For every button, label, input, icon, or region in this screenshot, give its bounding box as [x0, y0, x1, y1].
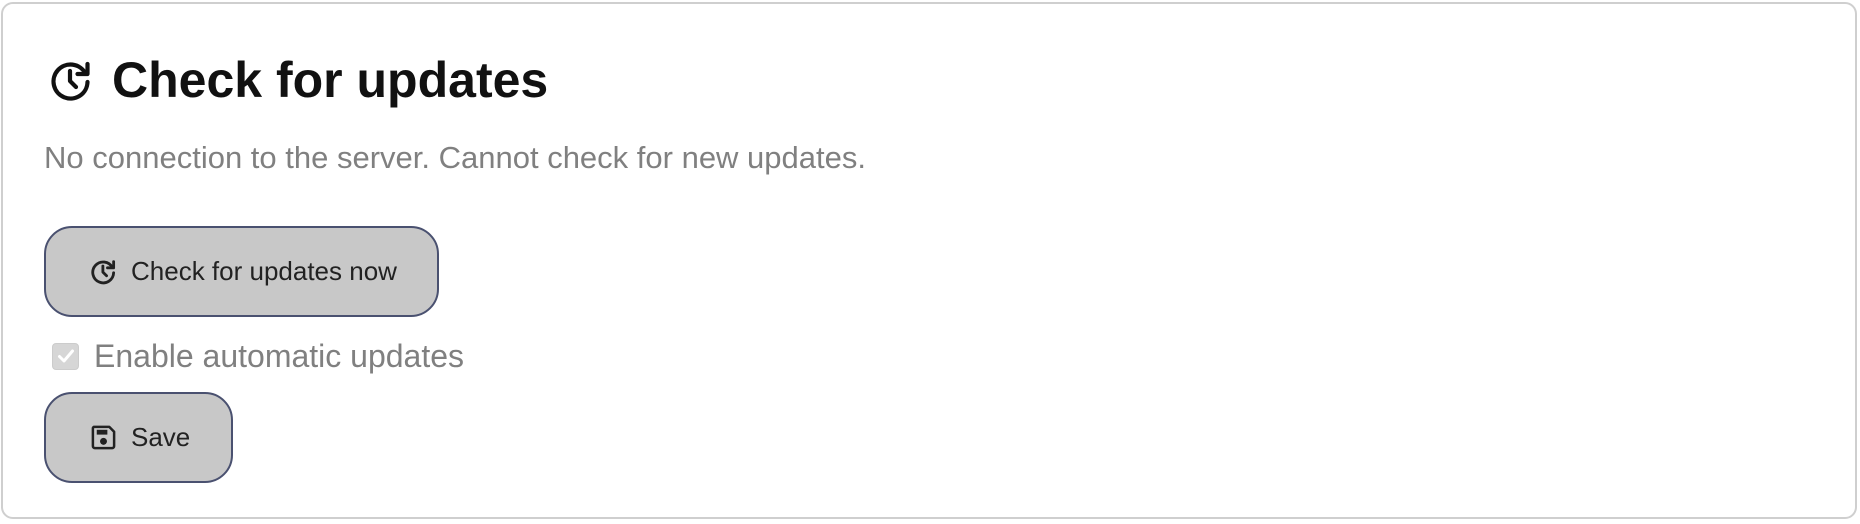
check-for-updates-now-label: Check for updates now [131, 256, 397, 286]
refresh-clock-icon [49, 58, 93, 102]
update-settings-card: Check for updates No connection to the s… [1, 2, 1857, 519]
save-button[interactable]: Save [44, 392, 233, 483]
check-for-updates-now-button[interactable]: Check for updates now [44, 226, 439, 317]
checkmark-icon [57, 349, 74, 363]
floppy-disk-icon [90, 424, 117, 451]
auto-update-setting: Enable automatic updates [52, 338, 464, 374]
connection-status-message: No connection to the server. Cannot chec… [44, 140, 866, 175]
title-row: Check for updates [49, 54, 548, 106]
auto-update-label: Enable automatic updates [94, 337, 465, 374]
save-label: Save [131, 422, 191, 452]
auto-update-checkbox[interactable] [52, 342, 79, 370]
page-title: Check for updates [112, 52, 549, 108]
refresh-clock-icon [90, 258, 117, 285]
